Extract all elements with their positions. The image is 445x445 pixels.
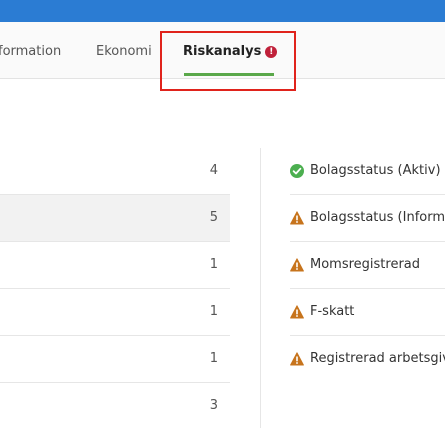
check-item[interactable]: Momsregistrerad	[290, 242, 445, 289]
risk-count-list: 4 5 1 1 1 3	[0, 148, 230, 429]
tab-information[interactable]: formation	[0, 22, 61, 78]
list-item[interactable]: 4	[0, 148, 230, 195]
check-label: F-skatt	[310, 304, 355, 319]
tab-ekonomi[interactable]: Ekonomi	[96, 22, 152, 78]
column-divider	[260, 148, 261, 428]
check-label: Bolagsstatus (Informa	[310, 210, 445, 225]
row-count: 1	[209, 304, 218, 319]
list-item[interactable]: 1	[0, 242, 230, 289]
check-item[interactable]: F-skatt	[290, 289, 445, 336]
highlight-box	[160, 31, 296, 91]
list-item[interactable]: 1	[0, 336, 230, 383]
check-label: Bolagsstatus (Aktiv)	[310, 163, 441, 178]
row-count: 1	[209, 257, 218, 272]
tab-label: formation	[0, 44, 62, 59]
warning-icon	[290, 352, 304, 366]
risk-check-list: Bolagsstatus (Aktiv) Bolagsstatus (Infor…	[290, 148, 445, 382]
tab-label: Ekonomi	[96, 44, 152, 59]
check-label: Momsregistrerad	[310, 257, 421, 272]
check-item[interactable]: Bolagsstatus (Aktiv)	[290, 148, 445, 195]
check-circle-icon	[290, 164, 304, 178]
list-item[interactable]: 3	[0, 383, 230, 429]
top-bar	[0, 0, 445, 22]
warning-icon	[290, 305, 304, 319]
row-count: 4	[209, 163, 218, 178]
warning-icon	[290, 211, 304, 225]
check-item[interactable]: Registrerad arbetsgiva	[290, 336, 445, 382]
list-item[interactable]: 1	[0, 289, 230, 336]
check-label: Registrerad arbetsgiva	[310, 351, 445, 366]
warning-icon	[290, 258, 304, 272]
row-count: 5	[209, 210, 218, 225]
list-item[interactable]: 5	[0, 195, 230, 242]
check-item[interactable]: Bolagsstatus (Informa	[290, 195, 445, 242]
row-count: 3	[209, 398, 218, 413]
row-count: 1	[209, 351, 218, 366]
